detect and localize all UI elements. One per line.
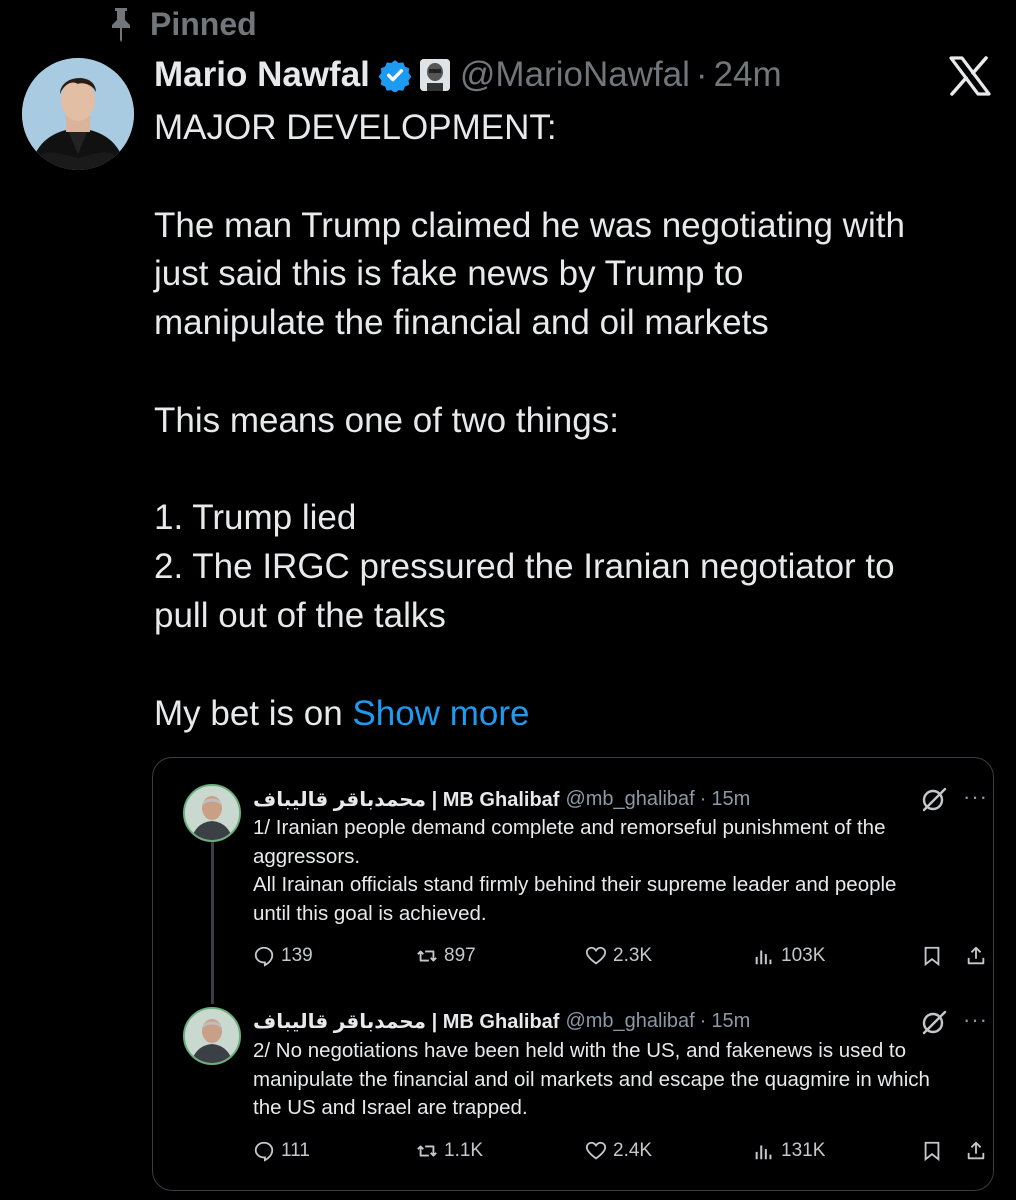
tweet-line: MAJOR DEVELOPMENT: — [154, 108, 557, 147]
quoted-actions: 139 897 2.3K 103K — [253, 945, 993, 975]
like-button[interactable]: 2.3K — [585, 945, 652, 967]
quoted-header: محمدباقر قالیباف | MB Ghalibaf @mb_ghali… — [253, 1006, 750, 1036]
like-icon — [585, 946, 607, 965]
tweet-text: MAJOR DEVELOPMENT: The man Trump claimed… — [154, 104, 994, 738]
tweet-line: pull out of the talks — [154, 595, 446, 635]
bookmark-button[interactable] — [921, 945, 943, 967]
quoted-time[interactable]: 15m — [711, 1010, 750, 1033]
avatar-image — [22, 58, 134, 170]
share-icon — [967, 946, 985, 965]
reply-button[interactable]: 139 — [253, 945, 313, 967]
tweet-line — [154, 446, 994, 495]
tweet-line — [154, 153, 994, 202]
repost-button[interactable]: 1.1K — [416, 1140, 483, 1162]
quoted-avatar-image — [185, 1009, 239, 1063]
tweet-line: just said this is fake news by Trump to — [154, 254, 744, 294]
author-handle[interactable]: @MarioNawfal — [460, 55, 690, 95]
tweet-line: 2. The IRGC pressured the Iranian negoti… — [154, 547, 895, 587]
quoted-actions: 111 1.1K 2.4K 131K — [253, 1140, 993, 1170]
tweet-line: 1. Trump lied — [154, 498, 357, 538]
quoted-text: 2/ No negotiations have been held with t… — [253, 1037, 983, 1123]
reply-icon — [254, 1141, 274, 1162]
tweet-line-prefix: My bet is on — [154, 693, 353, 733]
quoted-time[interactable]: 15m — [711, 788, 750, 811]
reply-count: 139 — [281, 945, 313, 966]
like-count: 2.4K — [613, 1140, 653, 1161]
more-options-button[interactable]: ··· — [963, 784, 988, 810]
like-button[interactable]: 2.4K — [585, 1140, 652, 1162]
affiliate-badge-icon — [419, 59, 450, 91]
tweet-line: manipulate the financial and oil markets — [154, 303, 769, 343]
pinned-label: Pinned — [150, 5, 257, 42]
quoted-author-name[interactable]: محمدباقر قالیباف | MB Ghalibaf — [253, 787, 559, 812]
grok-icon[interactable] — [921, 1009, 947, 1035]
more-options-button[interactable]: ··· — [963, 1007, 988, 1033]
thread-connector-line — [211, 842, 214, 1004]
separator-dot: · — [699, 1009, 707, 1032]
quoted-line: 2/ No negotiations have been held with t… — [253, 1039, 907, 1062]
views-button[interactable]: 103K — [753, 945, 825, 967]
separator-dot: · — [699, 787, 707, 810]
quoted-author-handle[interactable]: @mb_ghalibaf — [565, 788, 694, 811]
tweet-line — [154, 348, 994, 397]
quoted-author-name[interactable]: محمدباقر قالیباف | MB Ghalibaf — [253, 1009, 559, 1034]
views-count: 103K — [781, 945, 826, 966]
repost-count: 897 — [444, 945, 476, 966]
quoted-line: 1/ Iranian people demand complete and re… — [253, 816, 886, 839]
quoted-avatar[interactable] — [183, 784, 241, 842]
quoted-avatar[interactable] — [183, 1007, 241, 1065]
share-button[interactable] — [965, 945, 987, 967]
repost-count: 1.1K — [444, 1140, 484, 1161]
tweet-line: This means one of two things: — [154, 400, 619, 440]
views-icon — [755, 1145, 772, 1160]
views-button[interactable]: 131K — [753, 1140, 825, 1162]
tweet-time[interactable]: 24m — [714, 55, 782, 95]
verified-badge-icon — [378, 60, 412, 92]
pinned-indicator: Pinned — [108, 4, 257, 44]
quoted-line: aggressors. — [253, 844, 361, 868]
x-logo-icon[interactable] — [948, 56, 992, 96]
show-more-link[interactable]: Show more — [352, 694, 529, 733]
grok-icon[interactable] — [921, 786, 947, 812]
quoted-line: All Irainan officials stand firmly behin… — [253, 873, 897, 896]
reply-button[interactable]: 111 — [253, 1140, 310, 1162]
repost-icon — [417, 1145, 437, 1157]
pin-icon — [112, 8, 130, 42]
tweet-line — [154, 641, 994, 690]
reply-icon — [254, 946, 274, 967]
quoted-author-handle[interactable]: @mb_ghalibaf — [565, 1010, 694, 1033]
tweet-line-last: My bet is on Show more — [154, 690, 994, 739]
bookmark-button[interactable] — [921, 1140, 943, 1162]
quoted-text: 1/ Iranian people demand complete and re… — [253, 814, 983, 928]
views-icon — [755, 950, 772, 965]
separator-dot: · — [695, 55, 708, 94]
quoted-avatar-image — [185, 786, 239, 840]
like-count: 2.3K — [613, 945, 653, 966]
bookmark-icon — [924, 946, 940, 967]
quoted-line: the US and Israel are trapped. — [253, 1096, 528, 1119]
quoted-line: manipulate the financial and oil markets… — [253, 1067, 930, 1091]
like-icon — [585, 1141, 607, 1160]
reply-count: 111 — [281, 1140, 310, 1161]
quoted-thread-card[interactable]: محمدباقر قالیباف | MB Ghalibaf @mb_ghali… — [152, 757, 994, 1191]
views-count: 131K — [781, 1140, 826, 1161]
bookmark-icon — [924, 1141, 940, 1162]
author-avatar[interactable] — [22, 58, 134, 170]
share-icon — [967, 1141, 985, 1160]
quoted-line: until this goal is achieved. — [253, 901, 487, 925]
repost-button[interactable]: 897 — [416, 945, 476, 967]
quoted-header: محمدباقر قالیباف | MB Ghalibaf @mb_ghali… — [253, 784, 750, 814]
author-name[interactable]: Mario Nawfal — [154, 55, 370, 95]
tweet-line: The man Trump claimed he was negotiating… — [154, 205, 905, 245]
repost-icon — [417, 950, 437, 962]
share-button[interactable] — [965, 1140, 987, 1162]
tweet-header: Mario Nawfal @MarioNawfal · 24m — [154, 52, 782, 98]
